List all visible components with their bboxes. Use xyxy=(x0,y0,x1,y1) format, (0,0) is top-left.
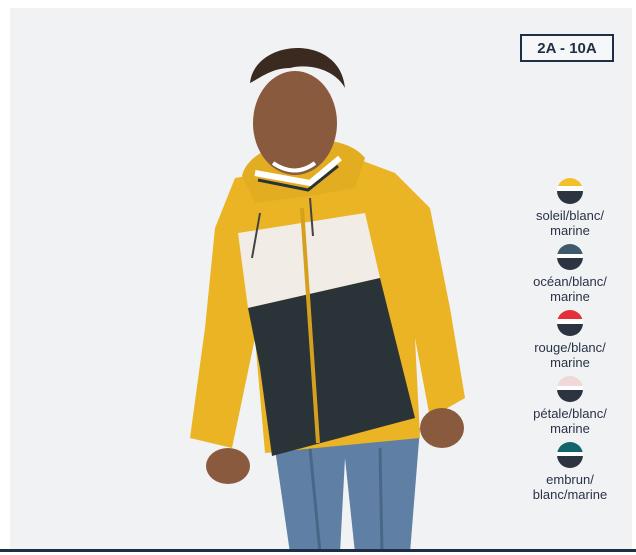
color-dot-icon xyxy=(557,442,583,468)
size-range-badge: 2A - 10A xyxy=(520,34,614,62)
swatch-label: pétale/blanc/marine xyxy=(533,406,607,436)
swatch-label: océan/blanc/marine xyxy=(533,274,607,304)
swatch-embrun[interactable]: embrun/blanc/marine xyxy=(515,442,625,502)
color-dot-icon xyxy=(557,310,583,336)
product-panel: 2A - 10A soleil/blanc/marine océan/blanc… xyxy=(10,8,632,551)
color-dot-icon xyxy=(557,376,583,402)
swatch-petale[interactable]: pétale/blanc/marine xyxy=(515,376,625,436)
swatch-label: soleil/blanc/marine xyxy=(536,208,604,238)
swatch-ocean[interactable]: océan/blanc/marine xyxy=(515,244,625,304)
swatch-soleil[interactable]: soleil/blanc/marine xyxy=(515,178,625,238)
child-face-image xyxy=(253,71,337,175)
color-dot-icon xyxy=(557,178,583,204)
bottom-divider xyxy=(0,549,636,552)
swatch-label: embrun/blanc/marine xyxy=(532,472,608,502)
color-swatch-list: soleil/blanc/marine océan/blanc/marine r… xyxy=(515,178,625,502)
swatch-label: rouge/blanc/marine xyxy=(534,340,606,370)
swatch-rouge[interactable]: rouge/blanc/marine xyxy=(515,310,625,370)
color-dot-icon xyxy=(557,244,583,270)
